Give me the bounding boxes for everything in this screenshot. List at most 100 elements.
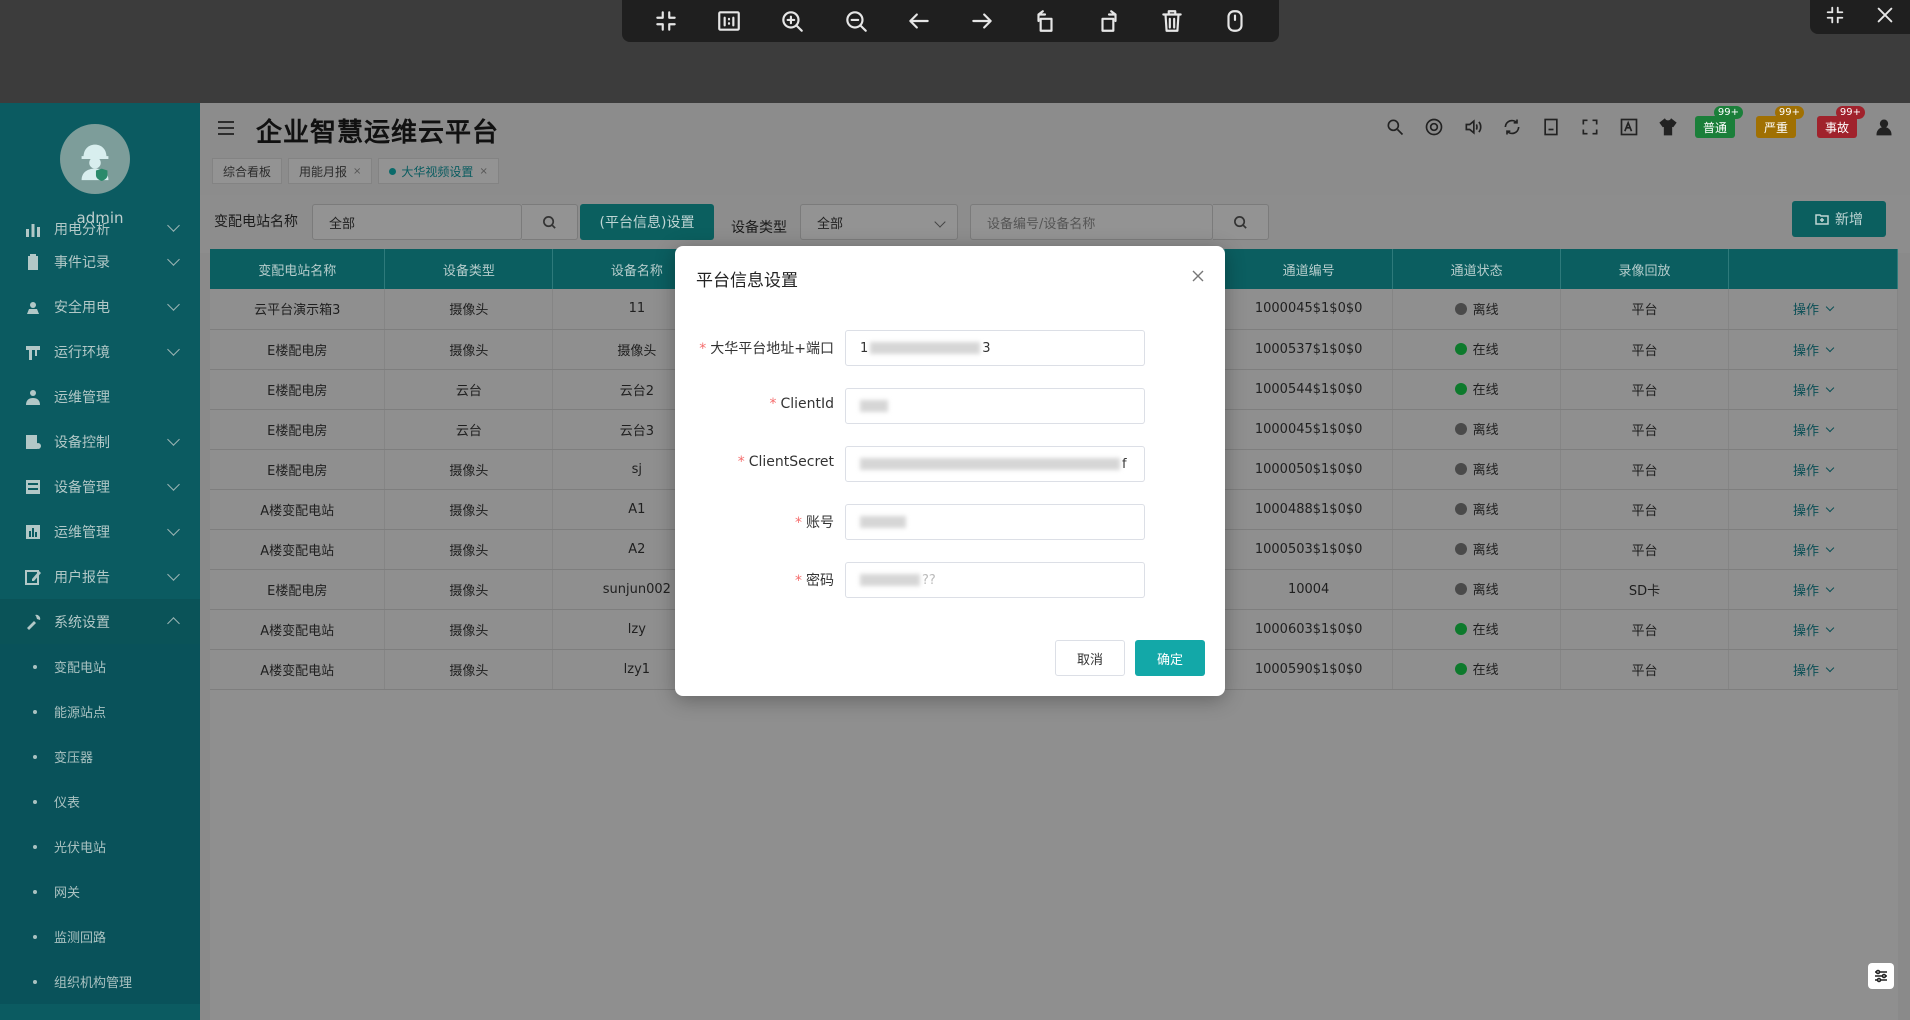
close-icon[interactable] <box>1191 268 1205 282</box>
search-icon[interactable] <box>1383 115 1407 139</box>
volume-icon[interactable] <box>1461 115 1485 139</box>
field-label: * 密码 <box>795 570 834 590</box>
platform-settings-button[interactable]: (平台信息)设置 <box>580 204 714 240</box>
control-icon <box>24 433 42 451</box>
sidebar-item-energy-analysis[interactable]: 用电分析 <box>0 219 200 239</box>
platform-address-input[interactable]: 13 <box>845 330 1145 366</box>
station-search-button[interactable] <box>522 204 578 240</box>
close-icon[interactable] <box>1874 4 1896 30</box>
actions-label: 操作 <box>1792 303 1819 319</box>
next-arrow-icon[interactable] <box>965 4 999 38</box>
client-id-input[interactable] <box>845 388 1145 424</box>
sidebar-item-safety[interactable]: 安全用电 <box>0 284 200 329</box>
tab-close-icon[interactable]: × <box>479 166 487 177</box>
status-dot-icon <box>1454 582 1467 595</box>
sidebar-subitem-pv-station[interactable]: 光伏电站 <box>0 824 200 869</box>
sidebar-subitem-organization[interactable]: 组织机构管理 <box>0 959 200 1004</box>
cell-playback: SD卡 <box>1560 569 1729 610</box>
cell-actions: 操作 <box>1728 409 1899 450</box>
rotate-right-icon[interactable] <box>1092 4 1126 38</box>
cell-device-type: 摄像头 <box>384 649 554 690</box>
sidebar-item-event-records[interactable]: 事件记录 <box>0 239 200 284</box>
value-visible-end: f <box>1122 456 1127 472</box>
avatar[interactable] <box>60 124 130 194</box>
exit-fullscreen-icon[interactable] <box>1824 4 1846 30</box>
fullscreen-icon[interactable] <box>1578 115 1602 139</box>
zoom-out-icon[interactable] <box>839 4 873 38</box>
delete-icon[interactable] <box>1155 4 1189 38</box>
row-actions-dropdown[interactable]: 操作 <box>1793 420 1835 439</box>
tab-dashboard[interactable]: 综合看板 <box>212 158 283 184</box>
sidebar-item-maintenance[interactable]: 运维管理 <box>0 374 200 419</box>
cell-actions: 操作 <box>1728 289 1899 330</box>
cancel-button[interactable]: 取消 <box>1055 640 1125 676</box>
theme-shirt-icon[interactable] <box>1656 115 1680 139</box>
tab-dahua-video-settings[interactable]: 大华视频设置 × <box>378 158 499 184</box>
sidebar-subitem-label: 能源站点 <box>54 706 107 721</box>
cell-device-type: 云台 <box>384 409 554 450</box>
row-actions-dropdown[interactable]: 操作 <box>1793 380 1835 399</box>
alarm-accident-badge[interactable]: 事故 99+ <box>1816 106 1865 138</box>
sidebar-item-system-settings[interactable]: 系统设置 <box>0 599 200 644</box>
form-row-client-secret: * ClientSecret f <box>675 446 1225 482</box>
tab-monthly-report[interactable]: 用能月报 × <box>288 158 373 184</box>
translate-icon[interactable] <box>1617 115 1641 139</box>
client-secret-input[interactable]: f <box>845 446 1145 482</box>
redacted-text <box>860 400 888 412</box>
bookmark-icon[interactable] <box>1539 115 1563 139</box>
cell-channel: 1000603$1$0$0 <box>1224 609 1394 650</box>
menu-toggle-icon[interactable] <box>218 121 234 135</box>
tab-close-icon[interactable]: × <box>353 166 361 177</box>
station-select[interactable]: 全部 <box>312 204 522 240</box>
password-input[interactable]: ?? <box>845 562 1145 598</box>
cell-actions: 操作 <box>1728 449 1899 490</box>
sidebar-subitem-meter[interactable]: 仪表 <box>0 779 200 824</box>
top-header: 企业智慧运维云平台 综合看板 用能月报 × 大华视频设置 × 普通 99+ 严重 99+… <box>200 103 1910 195</box>
sidebar-item-user-report[interactable]: 用户报告 <box>0 554 200 599</box>
device-search-button[interactable] <box>1213 204 1269 240</box>
account-input[interactable] <box>845 504 1145 540</box>
sliders-icon[interactable] <box>1868 963 1894 989</box>
row-actions-dropdown[interactable]: 操作 <box>1793 620 1835 639</box>
alarm-serious-badge[interactable]: 严重 99+ <box>1755 106 1804 138</box>
row-actions-dropdown[interactable]: 操作 <box>1793 340 1835 359</box>
add-button[interactable]: 新增 <box>1792 201 1886 237</box>
prev-arrow-icon[interactable] <box>902 4 936 38</box>
sidebar-item-device-control[interactable]: 设备控制 <box>0 419 200 464</box>
rotate-left-icon[interactable] <box>1028 4 1062 38</box>
row-actions-dropdown[interactable]: 操作 <box>1793 500 1835 519</box>
row-actions-dropdown[interactable]: 操作 <box>1793 580 1835 599</box>
chevron-down-icon <box>1825 583 1835 592</box>
cell-channel: 10004 <box>1224 569 1394 610</box>
tab-label: 综合看板 <box>223 164 272 179</box>
cell-playback: 平台 <box>1560 489 1729 530</box>
lock-icon[interactable] <box>1218 4 1252 38</box>
chevron-down-icon <box>1825 383 1835 392</box>
sidebar-subitem-gateway[interactable]: 网关 <box>0 869 200 914</box>
confirm-button[interactable]: 确定 <box>1135 640 1205 676</box>
sidebar-subitem-energy-site[interactable]: 能源站点 <box>0 689 200 734</box>
actual-size-icon[interactable] <box>712 4 746 38</box>
sidebar-item-operations[interactable]: 运维管理 <box>0 509 200 554</box>
row-actions-dropdown[interactable]: 操作 <box>1793 460 1835 479</box>
row-actions-dropdown[interactable]: 操作 <box>1792 299 1835 319</box>
chevron-down-icon <box>1825 543 1835 552</box>
tab-label: 大华视频设置 <box>401 164 474 179</box>
sidebar-subitem-substation[interactable]: 变配电站 <box>0 644 200 689</box>
device-search-input[interactable]: 设备编号/设备名称 <box>970 204 1213 240</box>
row-actions-dropdown[interactable]: 操作 <box>1793 540 1835 559</box>
user-icon[interactable] <box>1872 115 1896 139</box>
sidebar-subitem-transformer[interactable]: 变压器 <box>0 734 200 779</box>
collapse-icon[interactable] <box>649 4 683 38</box>
clipboard-icon <box>24 253 42 271</box>
sidebar-item-environment[interactable]: 运行环境 <box>0 329 200 374</box>
help-ring-icon[interactable] <box>1422 115 1446 139</box>
zoom-in-icon[interactable] <box>775 4 809 38</box>
sidebar-item-device-management[interactable]: 设备管理 <box>0 464 200 509</box>
refresh-icon[interactable] <box>1500 115 1524 139</box>
sidebar-subitem-monitor-loop[interactable]: 监测回路 <box>0 914 200 959</box>
alarm-normal-badge[interactable]: 普通 99+ <box>1694 106 1743 138</box>
status-label: 离线 <box>1472 503 1499 519</box>
redacted-text <box>860 574 920 586</box>
row-actions-dropdown[interactable]: 操作 <box>1793 660 1835 679</box>
